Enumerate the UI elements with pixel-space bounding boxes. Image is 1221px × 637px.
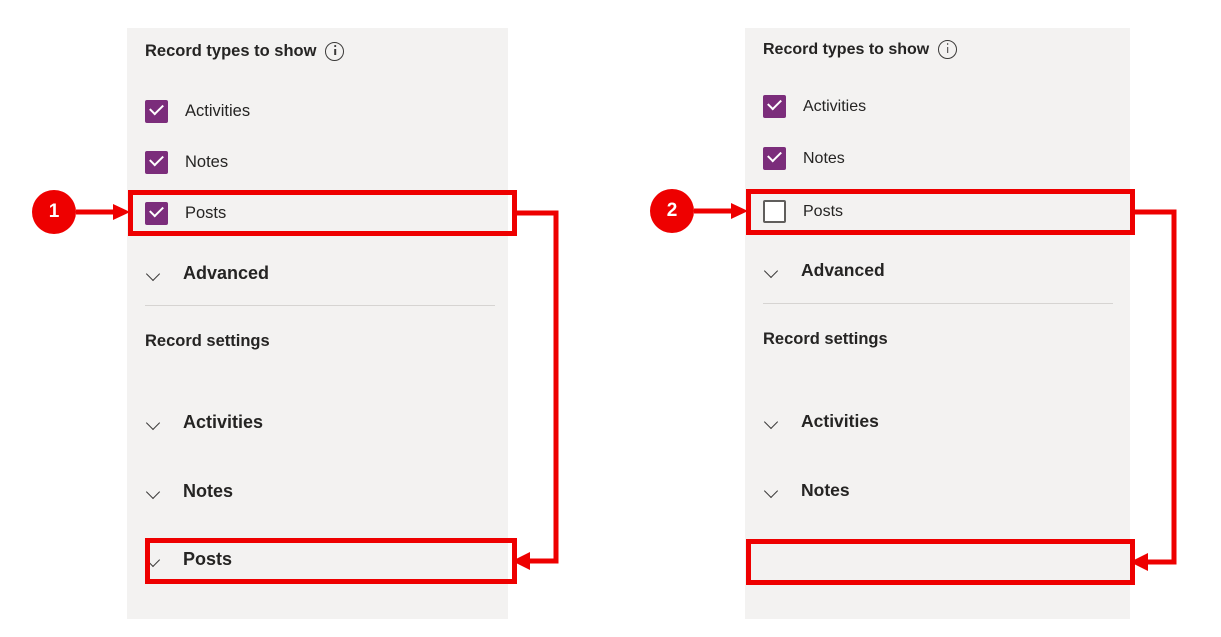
callout-badge-2: 2 <box>650 189 694 233</box>
highlight-box-posts-settings-before <box>145 538 517 584</box>
record-settings-heading-label: Record settings <box>145 332 270 351</box>
record-types-heading-label: Record types to show <box>763 41 929 59</box>
callout-arrow-1 <box>76 204 130 220</box>
advanced-section-toggle[interactable]: Advanced <box>763 260 885 281</box>
callout-badge-1-number: 1 <box>49 201 60 223</box>
highlight-box-posts-checkbox-after <box>746 189 1135 235</box>
chevron-down-icon <box>145 414 163 432</box>
record-type-label-activities: Activities <box>185 102 250 121</box>
checkbox-notes[interactable] <box>763 147 786 170</box>
highlight-box-posts-settings-after <box>746 539 1135 585</box>
info-circle-icon[interactable] <box>325 42 344 61</box>
callout-arrow-2 <box>694 203 748 219</box>
record-type-label-activities: Activities <box>803 98 866 116</box>
record-settings-label-notes: Notes <box>801 480 850 501</box>
section-divider <box>145 305 495 306</box>
record-type-label-notes: Notes <box>803 150 845 168</box>
advanced-label: Advanced <box>801 260 885 281</box>
record-settings-row-activities[interactable]: Activities <box>145 412 263 433</box>
info-circle-icon[interactable] <box>938 40 957 59</box>
record-settings-heading: Record settings <box>145 332 270 351</box>
record-settings-row-notes[interactable]: Notes <box>763 480 850 501</box>
advanced-section-toggle[interactable]: Advanced <box>145 263 269 284</box>
advanced-label: Advanced <box>183 263 269 284</box>
chevron-down-icon <box>145 483 163 501</box>
checkbox-notes[interactable] <box>145 151 168 174</box>
settings-panel-before: Record types to show Activities Notes Po… <box>127 28 508 619</box>
section-divider <box>763 303 1113 304</box>
callout-badge-2-number: 2 <box>667 200 678 222</box>
chevron-down-icon <box>763 413 781 431</box>
chevron-down-icon <box>763 482 781 500</box>
chevron-down-icon <box>763 262 781 280</box>
record-types-heading-label: Record types to show <box>145 42 316 61</box>
record-types-heading: Record types to show <box>763 40 957 59</box>
connector-before-panel <box>512 213 556 570</box>
record-type-label-notes: Notes <box>185 153 228 172</box>
record-type-row-activities[interactable]: Activities <box>763 95 866 118</box>
settings-panel-after: Record types to show Activities Notes Po… <box>745 28 1130 619</box>
record-settings-heading-label: Record settings <box>763 330 888 349</box>
record-settings-row-activities[interactable]: Activities <box>763 411 879 432</box>
checkbox-activities[interactable] <box>145 100 168 123</box>
record-settings-label-activities: Activities <box>801 411 879 432</box>
record-type-row-activities[interactable]: Activities <box>145 100 250 123</box>
connector-after-panel <box>1130 212 1174 571</box>
record-settings-row-notes[interactable]: Notes <box>145 481 233 502</box>
record-type-row-notes[interactable]: Notes <box>145 151 228 174</box>
record-settings-label-activities: Activities <box>183 412 263 433</box>
checkbox-activities[interactable] <box>763 95 786 118</box>
annotated-screenshot: Record types to show Activities Notes Po… <box>0 0 1221 637</box>
record-settings-heading: Record settings <box>763 330 888 349</box>
highlight-box-posts-checkbox-before <box>128 190 517 236</box>
callout-badge-1: 1 <box>32 190 76 234</box>
chevron-down-icon <box>145 265 163 283</box>
record-types-heading: Record types to show <box>145 42 344 61</box>
record-type-row-notes[interactable]: Notes <box>763 147 845 170</box>
record-settings-label-notes: Notes <box>183 481 233 502</box>
